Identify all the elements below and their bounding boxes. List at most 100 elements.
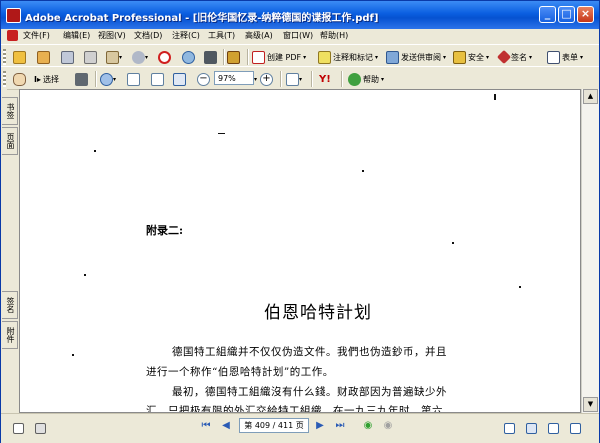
- go-forward-button[interactable]: ◉: [381, 419, 395, 433]
- help-label: 帮助: [363, 74, 379, 84]
- pane-toggle-button[interactable]: [13, 420, 24, 436]
- binoculars-icon: [204, 50, 217, 64]
- menu-file[interactable]: 文件(F): [23, 30, 50, 41]
- scan-speck: [218, 133, 225, 134]
- first-page-button[interactable]: ⏮: [199, 419, 213, 433]
- fit-width-button[interactable]: [173, 71, 186, 87]
- title-bar[interactable]: Adobe Acrobat Professional - [旧伦华国忆录-纳粹德…: [1, 1, 599, 29]
- minimize-button[interactable]: _: [539, 6, 556, 23]
- lock-doc-button[interactable]: [227, 49, 240, 65]
- binoculars-button[interactable]: [204, 49, 217, 65]
- continuous-button[interactable]: [526, 420, 537, 436]
- close-button[interactable]: ×: [577, 6, 594, 23]
- scan-speck: [84, 274, 86, 276]
- select-label: 选择: [43, 74, 59, 84]
- print-icon: [84, 50, 97, 64]
- zoom-out-button[interactable]: −: [197, 71, 210, 87]
- organizer-button[interactable]: [37, 49, 50, 65]
- secure-button[interactable]: 安全 ▾: [453, 49, 489, 65]
- menu-window[interactable]: 窗口(W): [283, 30, 313, 41]
- toolbar-separator: [223, 49, 225, 65]
- yahoo-button[interactable]: Y!: [319, 71, 331, 87]
- tab-attachments[interactable]: 附件: [2, 321, 18, 349]
- go-back-button[interactable]: ◉: [361, 419, 375, 433]
- scan-speck: [494, 94, 496, 100]
- continuous-facing-button[interactable]: [570, 420, 581, 436]
- select-tool-button[interactable]: I▸ 选择: [34, 71, 59, 87]
- body-line: 最初，德国特工組織沒有什么錢。财政部因为普遍缺少外: [172, 386, 447, 398]
- fit-page-button[interactable]: [151, 71, 164, 87]
- previous-page-button[interactable]: ◀: [219, 419, 233, 433]
- zoom-in-button[interactable]: +: [260, 71, 273, 87]
- next-page-button[interactable]: ▶: [313, 419, 327, 433]
- create-pdf-button[interactable]: 创建 PDF ▾: [252, 49, 306, 65]
- zoom-in-icon: +: [260, 72, 273, 86]
- search-icon: [182, 50, 195, 64]
- attach-button[interactable]: ▾: [132, 49, 148, 65]
- page-number-field[interactable]: 第 409 / 411 页: [239, 418, 309, 433]
- single-page-button[interactable]: [504, 420, 515, 436]
- stamp-button[interactable]: [158, 49, 171, 65]
- scroll-down-arrow[interactable]: ▼: [583, 397, 598, 412]
- zoom-tool-button[interactable]: ▾: [100, 71, 116, 87]
- lock-icon: [453, 50, 466, 64]
- stamp-icon: [158, 50, 171, 64]
- zoom-out-icon: −: [197, 72, 210, 86]
- zoom-dropdown[interactable]: ▾: [254, 71, 257, 87]
- pdf-page: 附录二: 伯恩哈特計划 德国特工組織并不仅仅伪造文件。我們也伪造鈔币，并且 进行…: [42, 90, 552, 413]
- menu-comments[interactable]: 注释(C): [172, 30, 200, 41]
- maximize-button[interactable]: □: [558, 6, 575, 23]
- hand-tool-button[interactable]: [13, 71, 26, 87]
- vertical-scrollbar[interactable]: ▲ ▼: [581, 89, 599, 413]
- actual-size-button[interactable]: [127, 71, 140, 87]
- comment-markup-label: 注释和标记: [333, 52, 373, 62]
- tab-bookmarks[interactable]: 书签: [2, 97, 18, 125]
- body-line: 汇，只把极有限的外汇交給特工組織，在一九三九年时，第六: [146, 405, 443, 413]
- comment-markup-button[interactable]: 注释和标记 ▾: [318, 49, 378, 65]
- toolbar-grip: [3, 71, 6, 87]
- zoom-level-input[interactable]: 97%: [214, 71, 254, 85]
- last-page-button[interactable]: ⏭: [333, 419, 347, 433]
- menu-edit[interactable]: 编辑(E): [63, 30, 90, 41]
- toolbar-main: ▾ ▾ 创建 PDF ▾ 注释和标记 ▾ 发送供审阅 ▾ 安全 ▾ 签名 ▾ 表单 ▾: [1, 44, 599, 68]
- sign-button[interactable]: 签名 ▾: [496, 49, 532, 65]
- forms-label: 表单: [562, 52, 578, 62]
- scroll-up-arrow[interactable]: ▲: [583, 89, 598, 104]
- menu-tools[interactable]: 工具(T): [208, 30, 235, 41]
- snapshot-button[interactable]: [75, 71, 88, 87]
- open-button[interactable]: [13, 49, 26, 65]
- email-button[interactable]: ▾: [106, 49, 122, 65]
- send-review-button[interactable]: 发送供审阅 ▾: [386, 49, 446, 65]
- tab-signatures[interactable]: 签名: [2, 291, 18, 319]
- fit-width-icon: [173, 72, 186, 86]
- menu-view[interactable]: 视图(V): [98, 30, 126, 41]
- yahoo-icon: Y!: [319, 73, 331, 85]
- document-view[interactable]: 附录二: 伯恩哈特計划 德国特工組織并不仅仅伪造文件。我們也伪造鈔币，并且 进行…: [19, 89, 581, 413]
- rotate-icon: [286, 72, 299, 86]
- menu-document[interactable]: 文档(D): [134, 30, 162, 41]
- pane-icon: [13, 422, 24, 434]
- rotate-view-button[interactable]: ▾: [286, 71, 302, 87]
- facing-button[interactable]: [548, 420, 559, 436]
- fit-page-icon: [151, 72, 164, 86]
- document-icon: [7, 30, 18, 41]
- menu-help[interactable]: 帮助(H): [320, 30, 348, 41]
- create-pdf-label: 创建 PDF: [267, 52, 302, 62]
- appendix-label: 附录二:: [146, 224, 184, 237]
- scan-speck: [94, 150, 96, 152]
- send-review-icon: [386, 50, 399, 64]
- tab-pages[interactable]: 页面: [2, 127, 18, 155]
- body-line: 进行一个称作“伯恩哈特計划”的工作。: [146, 366, 334, 378]
- search-button[interactable]: [182, 49, 195, 65]
- menu-advanced[interactable]: 高级(A): [245, 30, 273, 41]
- forms-button[interactable]: 表单 ▾: [547, 49, 583, 65]
- folder-icon: [13, 50, 26, 64]
- help-button[interactable]: 帮助 ▾: [348, 71, 384, 87]
- print-button[interactable]: [84, 49, 97, 65]
- email-icon: [106, 50, 119, 64]
- comment-icon: [318, 50, 331, 64]
- application-window: Adobe Acrobat Professional - [旧伦华国忆录-纳粹德…: [0, 0, 600, 443]
- secure-label: 安全: [468, 52, 484, 62]
- save-button[interactable]: [61, 49, 74, 65]
- page-info-button[interactable]: [35, 420, 46, 436]
